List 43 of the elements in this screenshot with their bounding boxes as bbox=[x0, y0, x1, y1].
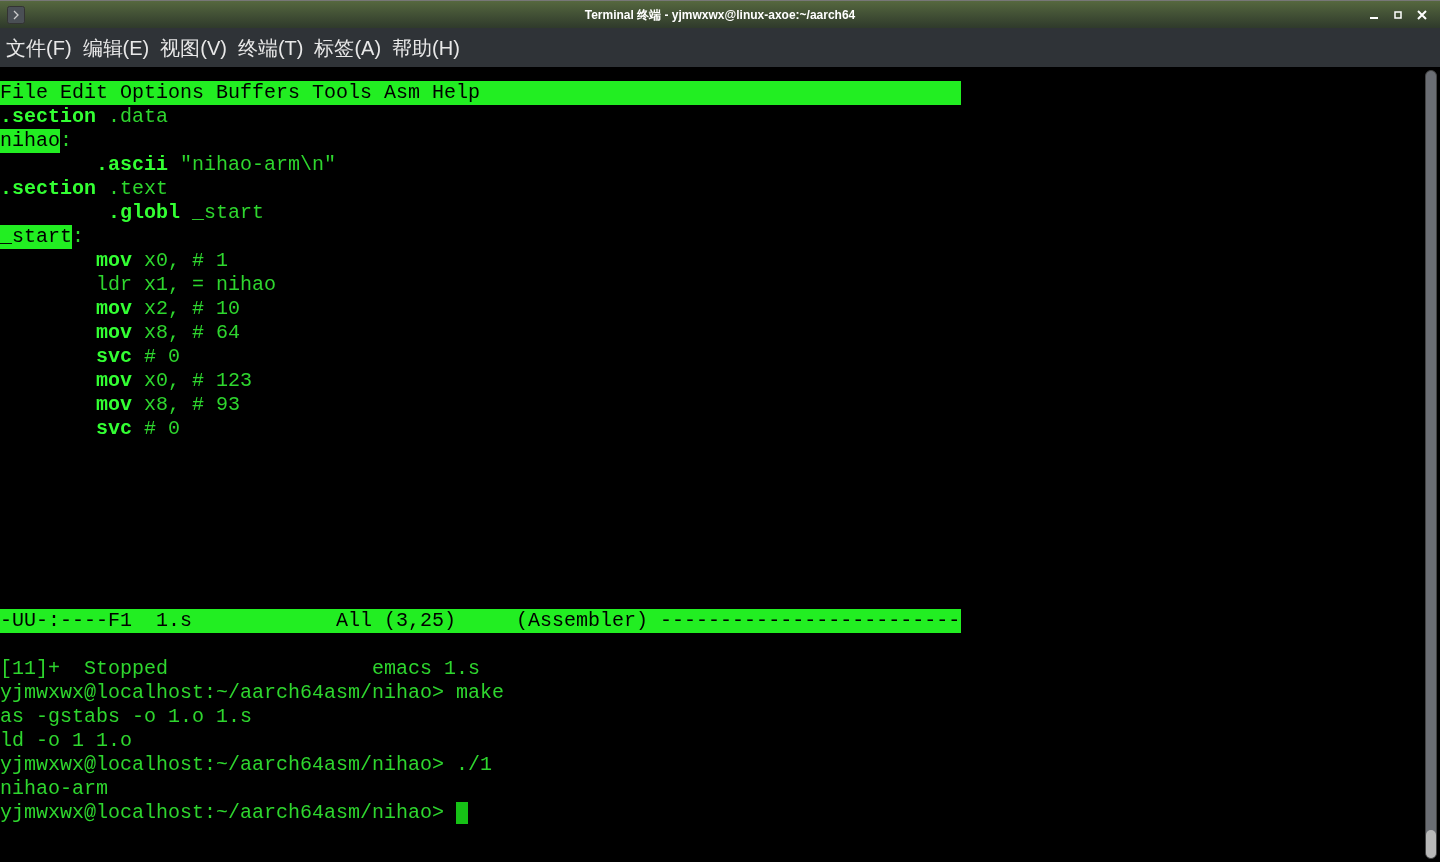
emacs-menu-item[interactable]: Buffers bbox=[216, 81, 301, 105]
code-line: svc # 0 bbox=[96, 345, 181, 369]
terminal-line: [11]+ Stopped emacs 1.s bbox=[0, 657, 481, 681]
emacs-menu-item[interactable]: Edit bbox=[60, 81, 109, 105]
code-line: .ascii "nihao-arm\n" bbox=[96, 153, 337, 177]
code-label: nihao bbox=[0, 129, 60, 153]
code-line: .section .text bbox=[0, 177, 169, 201]
code-line: ldr x1, = nihao bbox=[96, 273, 277, 297]
code-line: : bbox=[60, 129, 73, 153]
emacs-menu-item[interactable]: Tools bbox=[312, 81, 373, 105]
terminal-icon[interactable] bbox=[7, 5, 25, 24]
window-title: Terminal 终端 - yjmwxwx@linux-axoe:~/aarch64 bbox=[584, 6, 856, 24]
code-label: _start bbox=[0, 225, 72, 249]
scrollbar[interactable] bbox=[1425, 70, 1437, 859]
terminal-line: yjmwxwx@localhost:~/aarch64asm/nihao> make bbox=[0, 681, 505, 705]
scrollbar-thumb[interactable] bbox=[1426, 830, 1436, 858]
close-icon[interactable] bbox=[1416, 8, 1428, 21]
menu-item[interactable]: 终端(T) bbox=[237, 32, 304, 63]
terminal-line: yjmwxwx@localhost:~/aarch64asm/nihao> ./1 bbox=[0, 753, 493, 777]
menu-item[interactable]: 视图(V) bbox=[160, 32, 227, 63]
code-line: .section .data bbox=[0, 105, 169, 129]
code-line: mov x8, # 93 bbox=[96, 393, 241, 417]
terminal-line: yjmwxwx@localhost:~/aarch64asm/nihao> bbox=[0, 801, 445, 825]
text-cursor bbox=[456, 802, 469, 824]
emacs-menu-item[interactable]: Asm bbox=[384, 81, 421, 105]
menu-item[interactable]: 帮助(H) bbox=[392, 32, 460, 63]
code-line: .globl _start bbox=[108, 201, 265, 225]
emacs-menu-item[interactable]: Options bbox=[120, 81, 205, 105]
menu-item[interactable]: 文件(F) bbox=[6, 32, 72, 63]
code-line: mov x2, # 10 bbox=[96, 297, 241, 321]
terminal-line: as -gstabs -o 1.o 1.s bbox=[0, 705, 253, 729]
terminal-line: ld -o 1 1.o bbox=[0, 729, 133, 753]
code-line: mov x0, # 1 bbox=[96, 249, 229, 273]
menu-item[interactable]: 编辑(E) bbox=[82, 32, 150, 63]
code-line: mov x8, # 64 bbox=[96, 321, 241, 345]
menu-item[interactable]: 标签(A) bbox=[314, 32, 382, 63]
code-line: : bbox=[72, 225, 85, 249]
code-line: mov x0, # 123 bbox=[96, 369, 253, 393]
emacs-menu-item[interactable]: Help bbox=[432, 81, 481, 105]
emacs-menu-item[interactable]: File bbox=[0, 81, 48, 105]
maximize-icon[interactable] bbox=[1392, 8, 1404, 21]
terminal-line: nihao-arm bbox=[0, 777, 109, 801]
code-line: svc # 0 bbox=[96, 417, 181, 441]
